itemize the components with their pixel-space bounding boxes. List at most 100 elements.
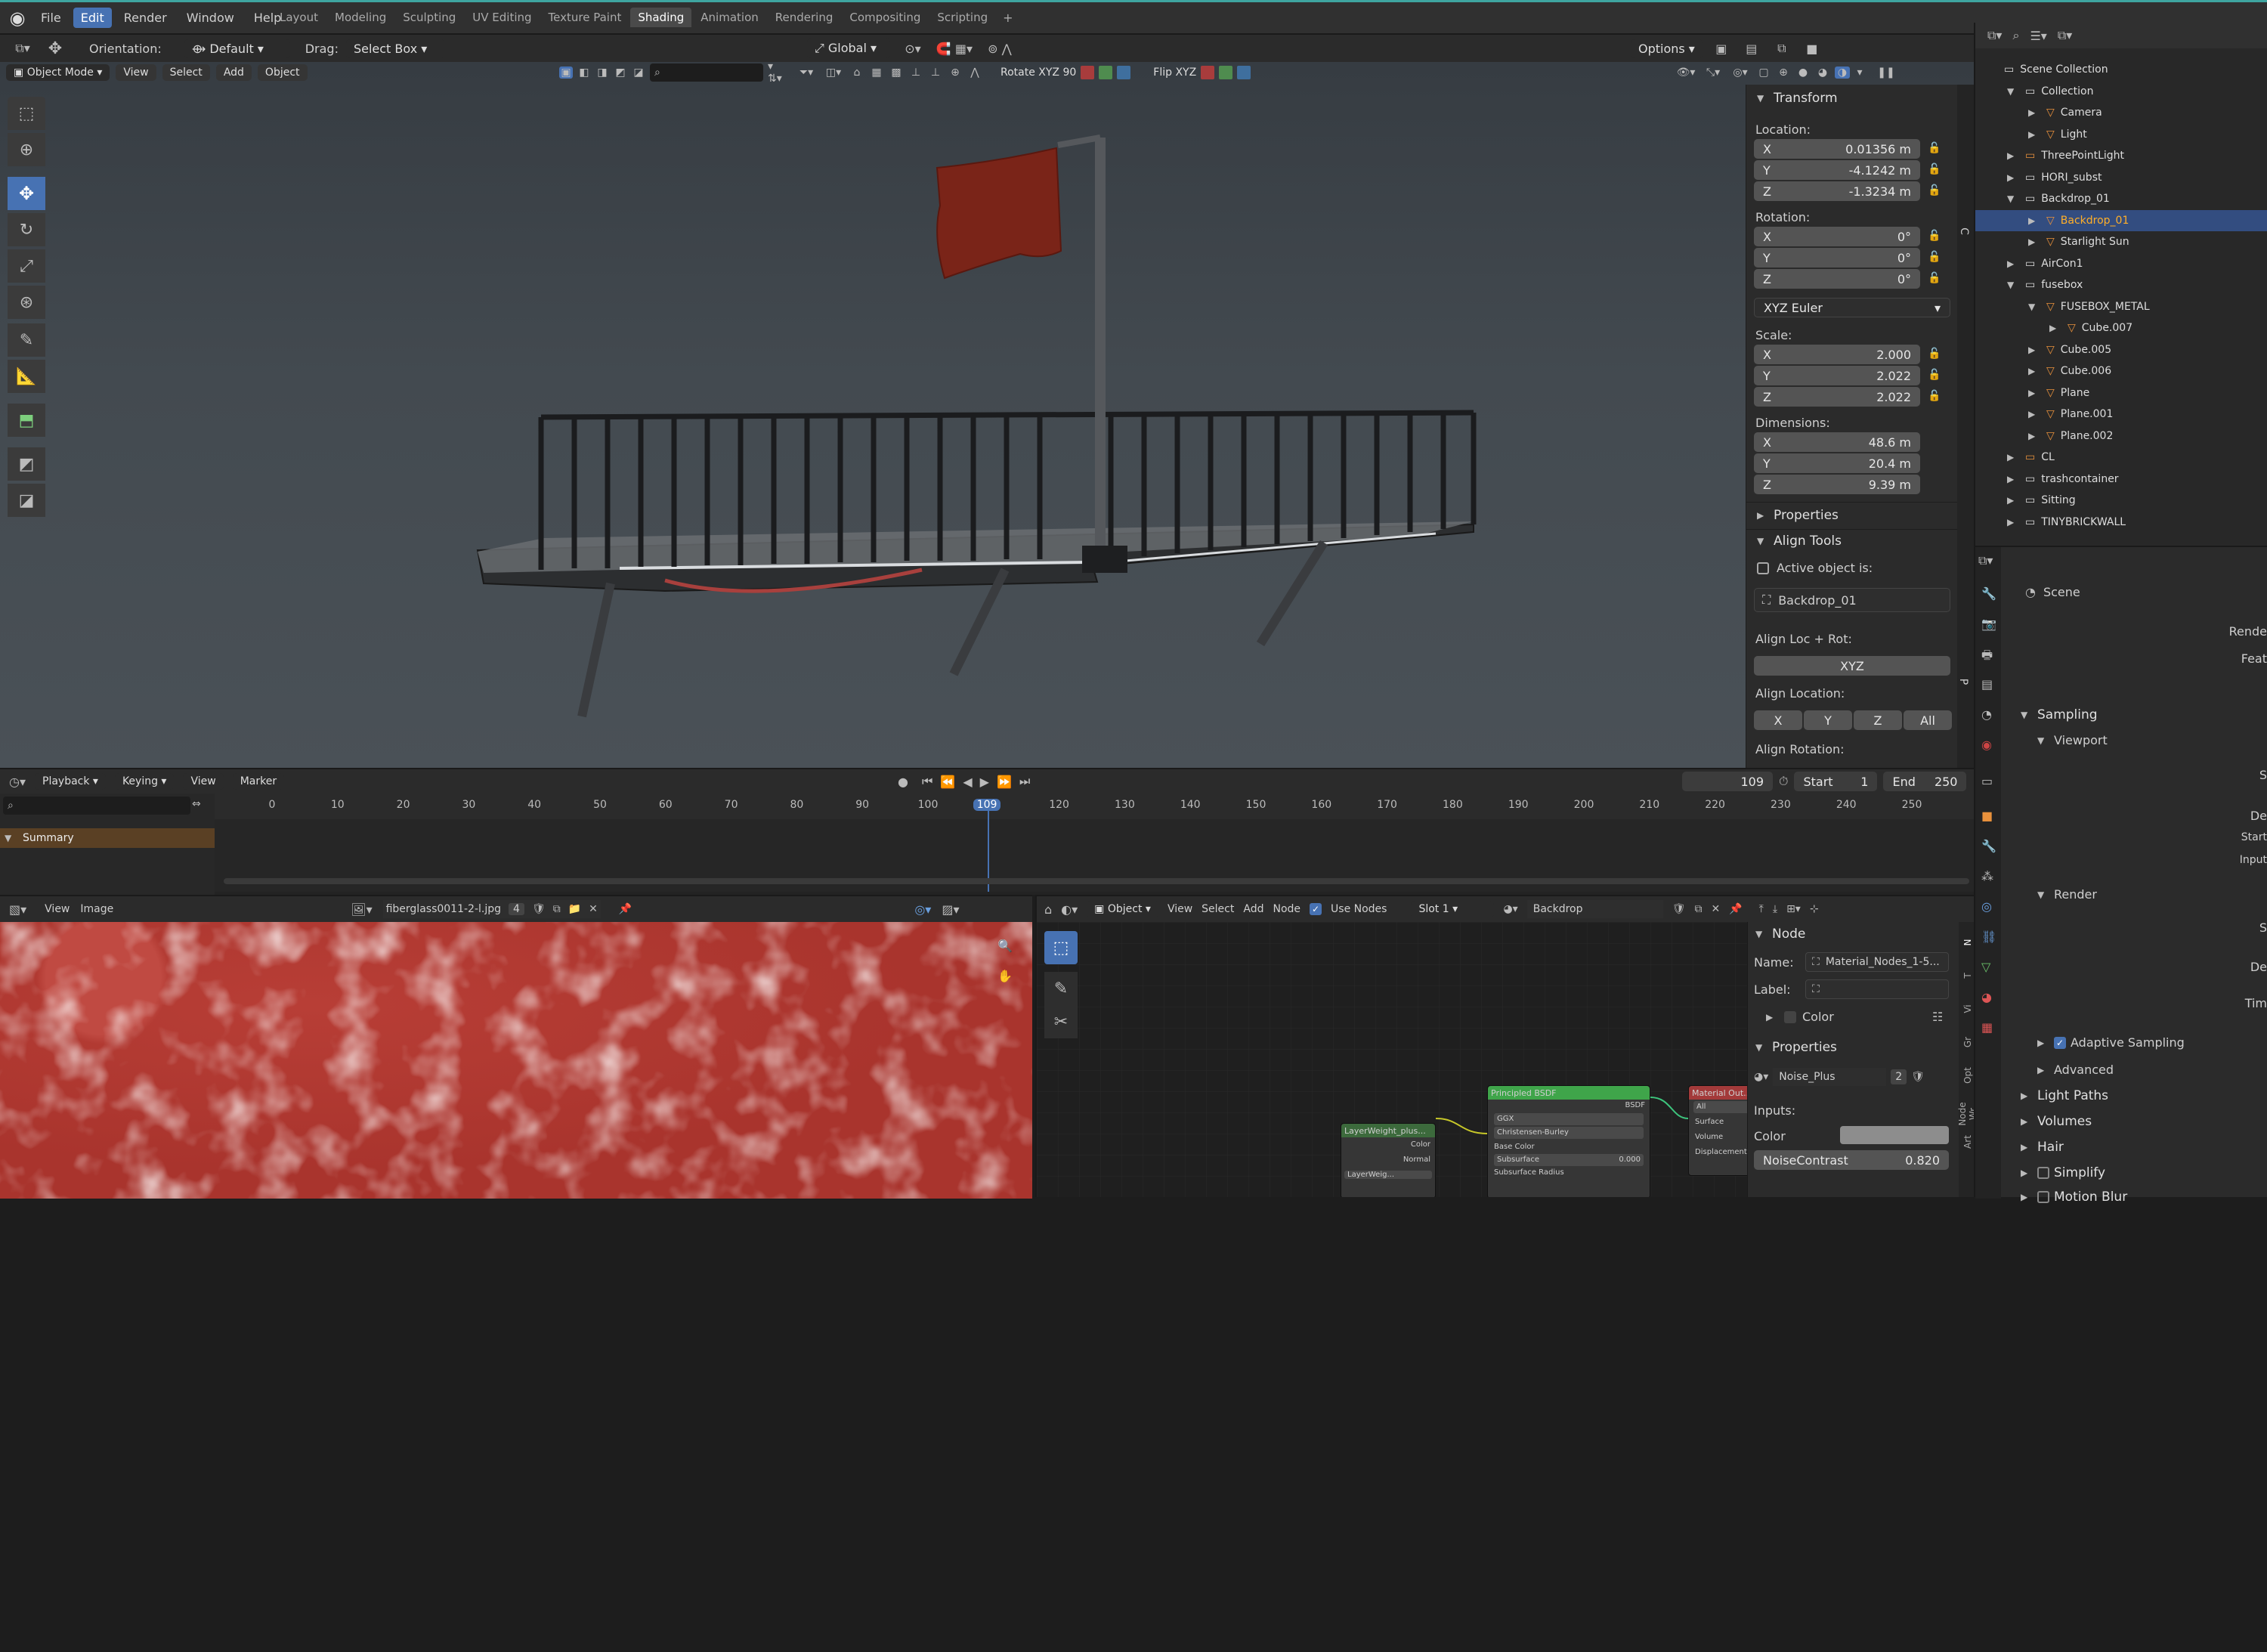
outliner-expand-icon[interactable]: ▶ xyxy=(2007,150,2019,161)
outliner-item[interactable]: ▶ ▭ Sitting xyxy=(1975,490,2267,512)
input-color-swatch[interactable] xyxy=(1840,1126,1949,1144)
outliner-expand-icon[interactable]: ▶ xyxy=(2007,172,2019,183)
fiberglass-texture-image[interactable] xyxy=(0,922,1032,1199)
npanel-tab-c[interactable]: C xyxy=(1958,227,1970,235)
end-frame-field[interactable]: End 250 xyxy=(1883,772,1967,791)
workspace-tab-shading[interactable]: Shading xyxy=(630,8,692,27)
sampling-header[interactable]: ▼ Sampling xyxy=(2021,707,2098,722)
xray-icon[interactable]: ▢ xyxy=(1756,67,1771,79)
snap-icon[interactable]: 🧲 ▦▾ xyxy=(936,42,973,56)
align-xyz-button[interactable]: XYZ xyxy=(1754,656,1950,676)
current-frame-field[interactable]: 109 xyxy=(1682,772,1773,791)
view-layer-tab-icon[interactable]: ▤ xyxy=(1981,677,1993,691)
lock-icon[interactable]: 🔓 xyxy=(1928,184,1941,196)
dimensions-y-field[interactable]: Y 20.4 m xyxy=(1754,453,1920,473)
align-x-button[interactable]: X xyxy=(1754,710,1802,730)
outliner-expand-icon[interactable]: ▶ xyxy=(2007,452,2019,462)
new-image-icon[interactable]: ⧉ xyxy=(553,903,561,915)
open-image-icon[interactable]: 📁 xyxy=(568,903,581,915)
scale-y-field[interactable]: Y 2.022 xyxy=(1754,366,1920,385)
outliner-expand-icon[interactable]: ▶ xyxy=(2007,495,2019,506)
npanel-tab-p[interactable]: P xyxy=(1957,679,1969,685)
workspace-tab-animation[interactable]: Animation xyxy=(693,8,765,27)
motion-blur-row[interactable]: ▶ Motion Blur xyxy=(2021,1190,2127,1205)
material-browse-icon[interactable]: ◕▾ xyxy=(1503,903,1517,915)
timeline-ruler[interactable]: 0 10 20 30 40 50 60 70 80 90 100 109 120 130 140 150 160… xyxy=(215,794,1974,819)
timeline-editor-icon[interactable]: ◷▾ xyxy=(9,775,26,789)
node-overlay-icon[interactable]: ⊹ xyxy=(1810,903,1819,915)
lock-icon[interactable]: 🔓 xyxy=(1928,230,1941,242)
node-view-menu[interactable]: View xyxy=(1168,903,1192,915)
volumes-row[interactable]: ▶ Volumes xyxy=(2021,1114,2092,1129)
outliner-filter-icon[interactable]: ☰▾ xyxy=(2030,29,2046,43)
timeline-search-field[interactable]: ⌕ xyxy=(3,797,190,815)
jump-end-icon[interactable]: ⏭ xyxy=(1019,774,1030,789)
texture-tab-icon[interactable]: ▦ xyxy=(1981,1020,1993,1035)
pause-render-icon[interactable]: ❚❚ xyxy=(1877,67,1894,79)
record-icon[interactable]: ● xyxy=(892,775,914,789)
transform-panel-header[interactable]: ▼ Transform xyxy=(1757,91,1838,106)
next-keyframe-icon[interactable]: ⏩ xyxy=(997,775,1012,789)
object-tab-icon[interactable]: ■ xyxy=(1981,809,1993,823)
node-select-tool-icon[interactable]: ⬚ xyxy=(1044,931,1078,964)
menu-edit[interactable]: Edit xyxy=(73,7,112,28)
pan-hand-icon[interactable]: ✋ xyxy=(997,969,1013,983)
constraints-tab-icon[interactable]: ⛓ xyxy=(1981,930,1996,944)
playhead-frame-label[interactable]: 109 xyxy=(973,799,1001,811)
transform-orientation-dropdown[interactable]: ⤢ Global ▾ xyxy=(806,39,890,58)
outliner-expand-icon[interactable]: ▶ xyxy=(2049,323,2061,333)
node-panel-header[interactable]: ▼ Node xyxy=(1755,927,1805,942)
menu-window[interactable]: Window xyxy=(179,8,242,28)
outliner-expand-icon[interactable]: ▼ xyxy=(2028,302,2040,312)
dimensions-x-field[interactable]: X 48.6 m xyxy=(1754,432,1920,452)
home-icon[interactable]: ⌂ xyxy=(1044,902,1052,917)
world-tab-icon[interactable]: ◉ xyxy=(1981,738,1992,752)
scale-x-field[interactable]: X 2.000 xyxy=(1754,345,1920,364)
simplify-row[interactable]: ▶ Simplify xyxy=(2021,1165,2105,1180)
material-pin-icon[interactable]: 📌 xyxy=(1729,903,1742,915)
solid-shading-icon[interactable]: ● xyxy=(1795,67,1811,79)
lock-icon[interactable]: 🔓 xyxy=(1928,369,1941,381)
bsdf-subsurface-field[interactable]: Subsurface 0.000 xyxy=(1494,1154,1644,1166)
rotation-y-field[interactable]: Y 0° xyxy=(1754,248,1920,268)
outliner-expand-icon[interactable]: ▶ xyxy=(2028,345,2040,355)
node-links-cut-tool-icon[interactable]: ✂ xyxy=(1044,1005,1078,1038)
node-editor-type-icon[interactable]: ◐▾ xyxy=(1061,902,1078,917)
outliner-item[interactable]: ▼ ▭ fusebox xyxy=(1975,274,2267,296)
node-add-menu[interactable]: Add xyxy=(1243,903,1263,915)
outliner-expand-icon[interactable]: ▶ xyxy=(2028,388,2040,398)
workspace-tab-uv-editing[interactable]: UV Editing xyxy=(465,8,539,27)
workspace-tab-texture-paint[interactable]: Texture Paint xyxy=(541,8,629,27)
workspace-tab-modeling[interactable]: Modeling xyxy=(327,8,394,27)
node-annotate-tool-icon[interactable]: ✎ xyxy=(1044,972,1078,1005)
node-sidebar-tab[interactable]: Vi xyxy=(1962,992,1973,1026)
material-tab-icon[interactable]: ◕ xyxy=(1981,990,1992,1004)
stopwatch-icon[interactable]: ⏱ xyxy=(1779,774,1788,789)
outliner-expand-icon[interactable]: ▼ xyxy=(2007,193,2019,204)
location-z-field[interactable]: Z -1.3234 m xyxy=(1754,181,1920,201)
outliner-expand-icon[interactable]: ▶ xyxy=(2028,107,2040,118)
swap-icon[interactable]: ⇔ xyxy=(192,798,201,810)
shader-node-editor[interactable]: ⌂ ◐▾ ▣ Object ▾ View Select Add Node ✓ U… xyxy=(1035,895,1974,1197)
principled-bsdf-node[interactable]: Principled BSDF BSDF GGX Christensen-Bur… xyxy=(1487,1085,1650,1197)
outliner-item[interactable]: ▶ ▽ Cube.006 xyxy=(1975,360,2267,382)
lock-icon[interactable]: 🔓 xyxy=(1928,348,1941,360)
outliner-item[interactable]: ▭ Scene Collection xyxy=(1975,59,2267,81)
workspace-tab-scripting[interactable]: Scripting xyxy=(929,8,995,27)
proportional-edit-icon[interactable]: ⊚ ⋀ xyxy=(981,42,1019,56)
node-group-field[interactable]: Noise_Plus xyxy=(1773,1068,1887,1086)
properties-editor-icon[interactable]: ⧉▾ xyxy=(1978,553,1993,568)
color-presets-icon[interactable]: ☷ xyxy=(1932,1010,1943,1024)
rotation-mode-dropdown[interactable]: XYZ Euler ▾ xyxy=(1754,298,1950,317)
options-dropdown[interactable]: Options ▾ xyxy=(1630,39,1703,58)
view-layer-icon[interactable]: ▤ xyxy=(1740,42,1763,56)
scene-icon[interactable]: ▣ xyxy=(1710,42,1733,56)
workspace-tab-layout[interactable]: Layout xyxy=(272,8,326,27)
node-label-field[interactable]: ⛶ xyxy=(1805,979,1949,999)
orientation-dropdown[interactable]: ⟴ Default ▾ xyxy=(184,39,290,58)
blender-logo-icon[interactable]: ◉ xyxy=(6,7,29,29)
outliner-item[interactable]: ▶ ▽ Plane.001 xyxy=(1975,404,2267,425)
timeline-view-menu[interactable]: View xyxy=(183,773,224,790)
rendered-shading-icon[interactable]: ◑ xyxy=(1835,67,1850,79)
play-icon[interactable]: ▶ xyxy=(980,775,989,789)
